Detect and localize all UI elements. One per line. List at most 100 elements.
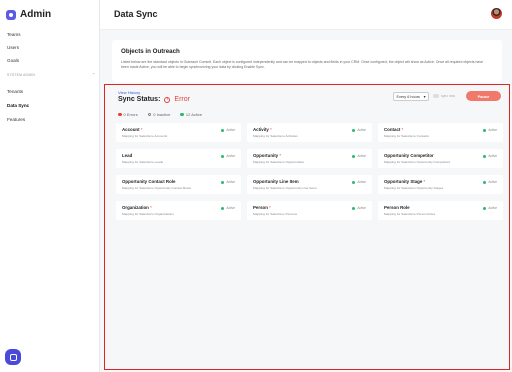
object-card[interactable]: Activity * Mapping for Salesforce Activit… (247, 123, 372, 142)
object-name: Opportunity * (253, 153, 282, 158)
active-dot-icon (352, 180, 356, 184)
sync-now-label: sync now (441, 94, 456, 98)
intro-description: Listed below are the standard objects in… (121, 60, 484, 69)
object-description: Mapping for Salesforce Persons (253, 212, 298, 216)
sidebar: Admin Teams Users Goals SYSTEM ADMIN ⌃ T… (0, 0, 100, 372)
object-status: Active (221, 180, 235, 184)
object-description: Mapping for Salesforce Organizations (122, 212, 174, 216)
object-name: Opportunity Stage * (384, 179, 426, 184)
highlight-frame: View History Sync Status: Error 0 Errors… (104, 84, 510, 370)
schedule-select[interactable]: Every 6 hours ▾ (393, 92, 429, 101)
object-card[interactable]: Contact * Mapping for Salesforce Contacts… (378, 123, 503, 142)
sidebar-section-label: SYSTEM ADMIN (7, 73, 36, 77)
chevron-down-icon: ▾ (423, 95, 426, 99)
object-status-label: Active (226, 206, 235, 210)
top-bar: Data Sync (100, 0, 512, 30)
active-dot-icon (483, 206, 487, 210)
required-marker: * (278, 153, 282, 158)
active-dot-icon (180, 112, 184, 117)
error-dot-icon (118, 112, 122, 117)
chevron-up-icon[interactable]: ⌃ (92, 72, 95, 77)
object-status: Active (352, 154, 366, 158)
object-status-label: Active (488, 154, 497, 158)
object-status-label: Active (226, 128, 235, 132)
object-description: Mapping for Salesforce Opportunity Stage… (384, 186, 444, 190)
active-dot-icon (352, 154, 356, 158)
object-status: Active (483, 180, 497, 184)
sync-panel: View History Sync Status: Error 0 Errors… (108, 88, 506, 365)
required-marker: * (267, 205, 271, 210)
object-status: Active (221, 128, 235, 132)
sidebar-item-tenants[interactable]: Tenants (7, 89, 23, 94)
sync-status-value: Error (174, 96, 190, 103)
object-name: Lead (122, 153, 133, 158)
object-status-label: Active (357, 206, 366, 210)
object-description: Mapping for Salesforce Leads (122, 160, 164, 164)
object-status-label: Active (226, 154, 235, 158)
view-history-link[interactable]: View History (118, 90, 140, 95)
active-dot-icon (483, 128, 487, 132)
object-status: Active (483, 206, 497, 210)
required-marker: * (268, 127, 272, 132)
object-name: Activity * (253, 127, 272, 132)
shield-logo-icon (6, 9, 16, 20)
object-description: Mapping for Salesforce Contacts (384, 134, 429, 138)
object-name: Person Role (384, 205, 410, 210)
active-dot-icon (221, 180, 225, 184)
object-name: Opportunity Line Item (253, 179, 299, 184)
object-card[interactable]: Lead Mapping for Salesforce Leads Active (116, 149, 241, 168)
sidebar-item-features[interactable]: Features (7, 117, 25, 122)
active-dot-icon (483, 154, 487, 158)
object-description: Mapping for Salesforce Opportunities (253, 160, 305, 164)
object-card[interactable]: Person Role Mapping for Salesforce Person… (378, 201, 503, 220)
object-name: Account * (122, 127, 143, 132)
required-marker: * (422, 179, 426, 184)
object-card[interactable]: Opportunity Stage * Mapping for Salesforc… (378, 175, 503, 194)
schedule-value: Every 6 hours (396, 94, 420, 99)
object-name: Opportunity Contact Role (122, 179, 176, 184)
object-status: Active (221, 206, 235, 210)
app-logo[interactable]: Admin (6, 9, 51, 20)
object-status-label: Active (357, 180, 366, 184)
inactive-count: 0 Inactive (147, 112, 170, 117)
object-name: Contact * (384, 127, 404, 132)
active-count: 12 Active (180, 112, 202, 117)
object-status: Active (221, 154, 235, 158)
active-count-label: 12 Active (185, 112, 203, 117)
object-card[interactable]: Opportunity * Mapping for Salesforce Oppo… (247, 149, 372, 168)
object-description: Mapping for Salesforce Opportunity Line … (253, 186, 317, 190)
active-dot-icon (221, 154, 225, 158)
sidebar-item-teams[interactable]: Teams (7, 32, 21, 37)
inactive-dot-icon (147, 112, 152, 117)
required-marker: * (400, 127, 404, 132)
object-name: Organization * (122, 205, 152, 210)
avatar[interactable] (491, 8, 502, 19)
object-card[interactable]: Organization * Mapping for Salesforce Org… (116, 201, 241, 220)
object-card[interactable]: Account * Mapping for Salesforce Accounts… (116, 123, 241, 142)
object-card[interactable]: Person * Mapping for Salesforce Persons Ac… (247, 201, 372, 220)
object-description: Mapping for Salesforce Opportunity Conta… (122, 186, 191, 190)
object-status-label: Active (488, 206, 497, 210)
page-title: Data Sync (114, 9, 158, 19)
object-status-label: Active (488, 128, 497, 132)
active-dot-icon (483, 180, 487, 184)
sidebar-item-users[interactable]: Users (7, 45, 19, 50)
sync-now-toggle[interactable] (433, 94, 439, 98)
chat-help-icon[interactable] (5, 349, 21, 365)
pause-button[interactable]: Pause (466, 91, 501, 101)
sidebar-item-data-sync[interactable]: Data Sync (7, 103, 29, 108)
active-dot-icon (221, 206, 225, 210)
object-card[interactable]: Opportunity Line Item Mapping for Salesfo… (247, 175, 372, 194)
object-card[interactable]: Opportunity Competitor Mapping for Salesf… (378, 149, 503, 168)
app-name: Admin (20, 9, 52, 20)
sync-status: Sync Status: Error (118, 96, 190, 103)
object-card[interactable]: Opportunity Contact Role Mapping for Sale… (116, 175, 241, 194)
object-name: Opportunity Competitor (384, 153, 434, 158)
errors-count-label: 0 Errors (123, 112, 138, 117)
sidebar-item-goals[interactable]: Goals (7, 58, 19, 63)
object-status: Active (352, 180, 366, 184)
object-description: Mapping for Salesforce Opportunity Compe… (384, 160, 451, 164)
intro-title: Objects in Outreach (121, 48, 180, 55)
object-status-label: Active (357, 154, 366, 158)
status-counts: 0 Errors 0 Inactive 12 Active (118, 112, 202, 117)
